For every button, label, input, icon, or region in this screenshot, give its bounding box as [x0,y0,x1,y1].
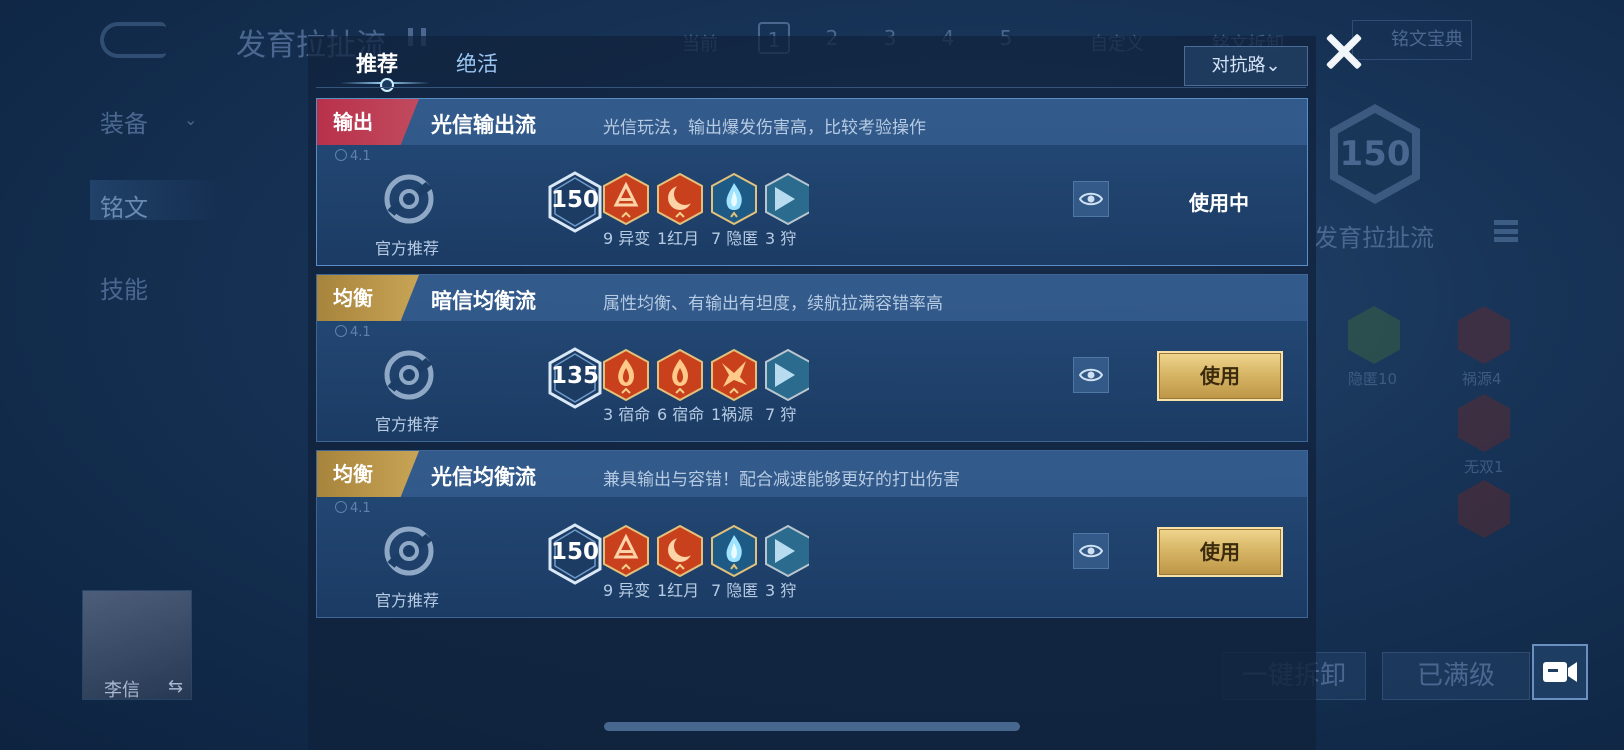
rune-icon [657,172,703,226]
bg-rune-label: 祸源4 [1462,370,1502,388]
hero-name: 李信 [104,680,140,701]
tab-recommended[interactable]: 推荐 [356,48,398,78]
version-number: 4.1 [350,149,371,164]
video-camera-icon[interactable] [1532,644,1588,700]
bg-rune-label: 隐匿10 [1348,370,1398,388]
rune-label: 7 隐匿 [711,581,759,600]
bg-side-tab-skills[interactable]: 技能 [100,270,148,305]
build-card[interactable]: 均衡 暗信均衡流 属性均衡、有输出有坦度，续航拉满容错率高 4.1 官方推荐 1… [316,274,1308,442]
rune-icon [711,524,757,578]
official-recommend-icon [383,349,435,401]
version-number: 4.1 [350,501,371,516]
back-arrow-icon[interactable] [100,22,166,58]
chevron-down-icon: ⌄ [184,110,198,129]
bg-side-tab-equipment[interactable]: 装备 [100,104,148,139]
build-card[interactable]: 均衡 光信均衡流 兼具输出与容错！配合减速能够更好的打出伤害 4.1 官方推荐 … [316,450,1308,618]
rune-icon [603,524,649,578]
bg-maxed-button[interactable]: 已满级 [1382,652,1530,700]
version-info: 4.1 [335,325,371,340]
rune-icon [765,524,809,578]
use-button[interactable]: 使用 [1157,351,1283,401]
rune-label: 3 狩 [765,581,797,600]
rune-icon [765,172,809,226]
build-description: 属性均衡、有输出有坦度，续航拉满容错率高 [603,294,943,314]
rune-icon [657,348,703,402]
rune-icon [711,172,757,226]
clock-icon [335,501,347,513]
rune-level-value: 150 [550,539,599,565]
rune-label: 7 狩 [765,405,797,424]
rune-label: 3 宿命 [603,405,651,424]
rune-label: 1祸源 [711,405,754,424]
rune-icon [603,172,649,226]
preview-eye-icon[interactable] [1073,181,1109,217]
official-recommend-label: 官方推荐 [375,591,440,610]
clock-icon [335,149,347,161]
build-card[interactable]: 输出 光信输出流 光信玩法，输出爆发伤害高，比较考验操作 4.1 官方推荐 15… [316,98,1308,266]
rune-label: 1红月 [657,581,700,600]
lane-dropdown[interactable]: 对抗路⌄ [1184,46,1308,86]
rune-label: 7 隐匿 [711,229,759,248]
rune-level-value: 150 [550,187,599,213]
rune-list: 9 异变 1红月 7 隐匿 3 狩 [603,169,809,249]
build-description: 兼具输出与容错！配合减速能够更好的打出伤害 [603,470,960,490]
preview-eye-icon[interactable] [1073,533,1109,569]
in-use-status: 使用中 [1189,191,1249,215]
tab-signature[interactable]: 绝活 [456,48,498,78]
bg-rune-green-icon [1348,306,1400,364]
official-recommend-icon [383,173,435,225]
official-recommend-label: 官方推荐 [375,415,440,434]
rune-icon [765,348,809,402]
bg-rune-label: 无双1 [1464,458,1504,476]
menu-icon[interactable] [1494,220,1518,242]
official-recommend-icon [383,525,435,577]
bg-rune-red-icon [1458,306,1510,364]
version-number: 4.1 [350,325,371,340]
rune-label: 3 狩 [765,229,797,248]
version-info: 4.1 [335,501,371,516]
rune-label: 9 异变 [603,229,651,248]
preview-eye-icon[interactable] [1073,357,1109,393]
rune-icon [603,348,649,402]
version-info: 4.1 [335,149,371,164]
tabs-divider [316,87,1306,88]
official-recommend-label: 官方推荐 [375,239,440,258]
rune-list: 3 宿命 6 宿命 1祸源 7 狩 [603,345,809,425]
clock-icon [335,325,347,337]
build-name: 暗信均衡流 [431,289,536,313]
rune-level-value: 135 [550,363,599,389]
build-name: 光信均衡流 [431,465,536,489]
use-button[interactable]: 使用 [1157,527,1283,577]
rune-icon [657,524,703,578]
bg-build-name: 发育拉扯流 [1314,224,1434,252]
rune-label: 9 异变 [603,581,651,600]
home-indicator [604,722,1020,731]
build-description: 光信玩法，输出爆发伤害高，比较考验操作 [603,118,926,138]
rune-icon [711,348,757,402]
rune-label: 1红月 [657,229,700,248]
bg-rune-red-icon [1458,394,1510,452]
close-icon[interactable] [1318,24,1374,80]
rune-label: 6 宿命 [657,405,705,424]
rune-list: 9 异变 1红月 7 隐匿 3 狩 [603,521,809,601]
bg-rune-red-icon [1458,480,1510,538]
build-name: 光信输出流 [431,113,536,137]
bg-side-tab-runes[interactable]: 铭文 [100,188,148,223]
modal-tabs: 推荐 绝活 [316,40,1306,92]
swap-icon[interactable]: ⇆ [168,676,183,697]
